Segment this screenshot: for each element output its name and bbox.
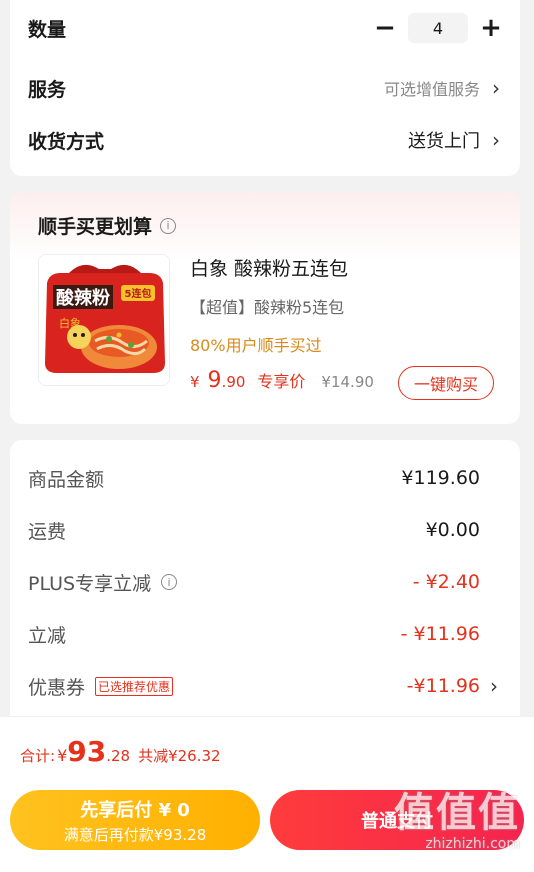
- payment-action-bar: 先享后付 ¥ 0 满意后再付款¥93.28 普通支付: [0, 782, 534, 872]
- bundle-price: ¥ 9 .90 专享价 ¥14.90: [190, 368, 374, 393]
- service-value: 可选增值服务: [383, 80, 480, 99]
- pay-later-title: 先享后付 ¥ 0: [80, 799, 190, 821]
- delivery-value: 送货上门: [408, 131, 480, 152]
- bundle-offer-card: 顺手买更划算 i 酸辣粉 5连包 白象 白象 酸辣粉五连包 【超值】酸辣粉5连包…: [10, 192, 520, 424]
- total-integer: 93: [67, 735, 107, 768]
- price-tag: 专享价: [257, 372, 306, 391]
- quantity-stepper: − 4 +: [374, 13, 502, 43]
- summary-value: - ¥2.40: [412, 571, 480, 593]
- one-click-buy-button[interactable]: 一键购买: [398, 366, 494, 400]
- quantity-row: 数量 − 4 +: [28, 10, 502, 46]
- summary-label-coupon: 优惠券 已选推荐优惠: [28, 673, 174, 700]
- product-subtitle: 【超值】酸辣粉5连包: [190, 298, 345, 317]
- price-summary-card: 商品金额 ¥119.60 运费 ¥0.00 PLUS专享立减 i - ¥2.40…: [10, 440, 520, 730]
- bundle-title: 顺手买更划算 i: [38, 212, 177, 239]
- summary-value: -¥11.96: [406, 675, 480, 697]
- summary-row-shipping: 运费 ¥0.00: [28, 514, 480, 546]
- product-purchase-stat: 80%用户顺手买过: [190, 336, 322, 355]
- price-integer: 9: [207, 368, 222, 393]
- total-bar: 合计: ¥ 93 .28 共减¥26.32: [0, 716, 534, 782]
- pay-later-subtitle: 满意后再付款¥93.28: [63, 825, 207, 844]
- service-label: 服务: [28, 78, 67, 101]
- info-icon[interactable]: i: [161, 574, 178, 590]
- minus-icon[interactable]: −: [374, 15, 396, 41]
- summary-value: ¥0.00: [425, 519, 480, 541]
- quantity-field[interactable]: 4: [408, 13, 468, 43]
- total-savings: 共减¥26.32: [138, 747, 221, 765]
- total-label: 合计:: [20, 747, 56, 765]
- summary-row-subtotal: 商品金额 ¥119.60: [28, 462, 480, 494]
- pay-later-button[interactable]: 先享后付 ¥ 0 满意后再付款¥93.28: [10, 790, 260, 850]
- original-price: ¥14.90: [321, 373, 374, 391]
- summary-row-plus-discount: PLUS专享立减 i - ¥2.40: [28, 566, 480, 598]
- price-symbol: ¥: [190, 373, 200, 391]
- product-image[interactable]: 酸辣粉 5连包 白象: [38, 254, 170, 386]
- price-decimal: .90: [221, 373, 246, 391]
- quantity-label: 数量: [28, 18, 67, 41]
- coupon-badge: 已选推荐优惠: [95, 676, 174, 696]
- plus-icon[interactable]: +: [480, 15, 502, 41]
- summary-row-coupon[interactable]: 优惠券 已选推荐优惠 -¥11.96: [28, 670, 480, 702]
- summary-value: - ¥11.96: [400, 623, 480, 645]
- total-amount: 合计: ¥ 93 .28 共减¥26.32: [20, 735, 221, 768]
- chevron-right-icon: ›: [492, 128, 500, 152]
- chevron-right-icon: ›: [492, 76, 500, 100]
- noodle-pack-illustration: 酸辣粉 5连包 白象: [39, 255, 169, 385]
- normal-pay-button[interactable]: 普通支付: [270, 790, 524, 850]
- summary-label-plus: PLUS专享立减 i: [28, 569, 178, 596]
- summary-value: ¥119.60: [401, 467, 480, 489]
- pack-badge-text: 5连包: [125, 287, 152, 300]
- info-icon[interactable]: i: [160, 217, 177, 234]
- summary-label: 运费: [28, 520, 67, 543]
- summary-label: 立减: [28, 624, 67, 647]
- pack-title-text: 酸辣粉: [56, 287, 110, 309]
- summary-label: 商品金额: [28, 468, 105, 491]
- summary-label-text: PLUS专享立减: [28, 572, 152, 595]
- product-name[interactable]: 白象 酸辣粉五连包: [190, 254, 348, 281]
- bundle-title-text: 顺手买更划算: [38, 216, 153, 238]
- summary-label-text: 优惠券: [28, 676, 86, 699]
- chevron-right-icon[interactable]: ›: [490, 674, 498, 698]
- delivery-row[interactable]: 收货方式 送货上门 ›: [28, 122, 502, 158]
- summary-row-instant-discount: 立减 - ¥11.96: [28, 618, 480, 650]
- delivery-label: 收货方式: [28, 130, 105, 153]
- order-options-card: 数量 − 4 + 服务 可选增值服务 › 收货方式 送货上门 ›: [10, 0, 520, 176]
- total-symbol: ¥: [57, 746, 68, 765]
- service-row[interactable]: 服务 可选增值服务 ›: [28, 70, 502, 106]
- total-decimal: .28: [106, 747, 131, 765]
